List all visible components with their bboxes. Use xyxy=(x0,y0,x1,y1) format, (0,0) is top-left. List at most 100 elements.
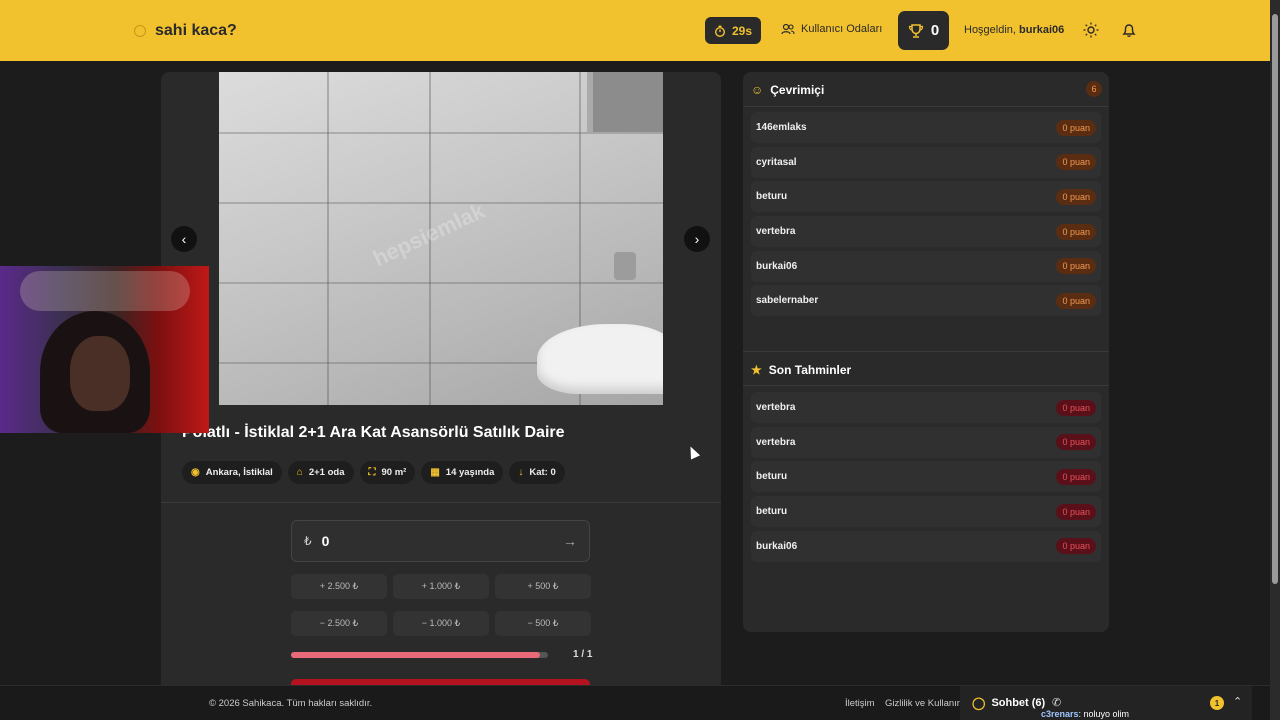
trophy-icon: ★ xyxy=(751,363,762,377)
scrollbar-thumb[interactable] xyxy=(1272,14,1278,584)
online-user-row[interactable]: 146emlaks 0 puan xyxy=(751,112,1101,143)
expand-icon: ⛶ xyxy=(368,467,376,478)
privacy-link[interactable]: Gizlilik ve Kullanım xyxy=(885,698,960,709)
timer-badge[interactable]: 29s xyxy=(705,17,761,44)
user-name: 146emlaks xyxy=(756,122,807,133)
building-icon: ▦ xyxy=(430,467,440,478)
chat-last-message: c3renars: noluyo olim xyxy=(1041,709,1129,719)
user-rooms-label: Kullanıcı Odaları xyxy=(801,23,883,35)
user-name: beturu xyxy=(756,471,788,483)
tag-label: Kat: 0 xyxy=(529,467,556,478)
theme-toggle-sun-icon[interactable] xyxy=(1083,22,1099,38)
online-user-row[interactable]: beturu 0 puan xyxy=(751,181,1101,213)
user-points: 0 puan xyxy=(1056,188,1096,205)
welcome-prefix: Hoşgeldin, xyxy=(964,24,1016,36)
subtract-500-button[interactable]: − 500 ₺ xyxy=(495,611,591,636)
add-1000-button[interactable]: + 1.000 ₺ xyxy=(393,574,489,599)
section-divider xyxy=(161,502,721,503)
tag-rooms: ⌂ 2+1 oda xyxy=(287,461,354,484)
listing-panel: hepsiemlak ‹ › Polatlı - İstiklal 2+1 Ar… xyxy=(161,72,721,692)
user-name: cyritasal xyxy=(756,156,797,168)
subtract-1000-button[interactable]: − 1.000 ₺ xyxy=(393,611,489,636)
online-user-row[interactable]: cyritasal 0 puan xyxy=(751,146,1101,178)
tag-location: ◉ Ankara, İstiklal xyxy=(182,461,282,484)
recent-guesses-header: ★ Son Tahminler xyxy=(751,363,851,377)
online-user-row[interactable]: vertebra 0 puan xyxy=(751,216,1101,248)
score-button[interactable]: 0 xyxy=(898,11,949,50)
top-header: sahi kaca? 29s Kullanıcı Odaları 0 Hoşge… xyxy=(0,0,1270,61)
submit-arrow-icon[interactable]: → xyxy=(563,533,577,549)
guess-points: 0 puan xyxy=(1056,503,1096,520)
user-points: 0 puan xyxy=(1056,119,1096,136)
section-divider xyxy=(743,385,1109,386)
listing-title: Polatlı - İstiklal 2+1 Ara Kat Asansörlü… xyxy=(182,424,565,441)
chevron-up-icon[interactable]: ⌃ xyxy=(1233,695,1242,708)
online-title: Çevrimiçi xyxy=(770,83,825,97)
next-photo-button[interactable]: › xyxy=(684,226,710,252)
arrow-down-icon: ↓ xyxy=(518,467,524,478)
subtract-2500-button[interactable]: − 2.500 ₺ xyxy=(291,611,387,636)
guess-points: 0 puan xyxy=(1056,399,1096,416)
recent-guess-row: burkai06 0 puan xyxy=(751,530,1101,562)
users-icon: ☺ xyxy=(751,83,764,97)
notification-bell-icon[interactable] xyxy=(1121,22,1137,38)
user-points: 0 puan xyxy=(1056,292,1096,309)
home-icon: ⌂ xyxy=(296,467,303,478)
phone-icon[interactable]: ✆ xyxy=(1052,696,1061,709)
footer: © 2026 Sahikaca. Tüm hakları saklıdır. İ… xyxy=(0,685,1270,720)
tag-area: ⛶ 90 m² xyxy=(359,461,416,484)
tile-line xyxy=(219,202,663,204)
score-value: 0 xyxy=(930,22,940,39)
round-progress-text: 1 / 1 xyxy=(573,649,593,660)
listing-photo: hepsiemlak xyxy=(219,72,663,405)
chat-bubble-icon: ◯ xyxy=(972,696,986,710)
user-rooms-link[interactable]: Kullanıcı Odaları xyxy=(781,23,882,35)
logo-text: sahi kaca? xyxy=(155,22,237,39)
user-points: 0 puan xyxy=(1056,258,1096,275)
currency-symbol: ₺ xyxy=(304,534,312,548)
page-scrollbar[interactable] xyxy=(1270,0,1280,720)
online-count-badge: 6 xyxy=(1086,81,1102,97)
copyright-text: © 2026 Sahikaca. Tüm hakları saklıdır. xyxy=(209,698,373,709)
photo-mirror xyxy=(587,72,663,132)
chevron-left-icon: ‹ xyxy=(181,231,187,247)
add-2500-button[interactable]: + 2.500 ₺ xyxy=(291,574,387,599)
online-user-row[interactable]: burkai06 0 puan xyxy=(751,250,1101,282)
recent-guess-row: beturu 0 puan xyxy=(751,496,1101,528)
user-name: beturu xyxy=(756,191,788,203)
tag-label: Ankara, İstiklal xyxy=(205,467,273,478)
photo-tap xyxy=(614,252,636,280)
tile-line xyxy=(219,132,663,134)
add-500-button[interactable]: + 500 ₺ xyxy=(495,574,591,599)
recent-guess-row: vertebra 0 puan xyxy=(751,426,1101,458)
chat-widget[interactable]: ◯ Sohbet (6) ✆ c3renars: noluyo olim 1 ⌃ xyxy=(960,686,1252,720)
online-header: ☺ Çevrimiçi xyxy=(751,83,824,97)
recent-guess-row: beturu 0 puan xyxy=(751,461,1101,493)
logo-icon xyxy=(134,25,146,37)
tag-label: 2+1 oda xyxy=(308,467,345,478)
price-guess-input[interactable]: ₺ 0 → xyxy=(291,520,590,562)
chat-last-text: : noluyo olim xyxy=(1078,709,1130,719)
location-pin-icon: ◉ xyxy=(191,467,200,478)
guess-points: 0 puan xyxy=(1056,538,1096,555)
user-points: 0 puan xyxy=(1056,154,1096,171)
logo[interactable]: sahi kaca? xyxy=(134,22,237,40)
previous-photo-button[interactable]: ‹ xyxy=(171,226,197,252)
trophy-icon xyxy=(908,23,923,38)
chat-toggle-label[interactable]: ◯ Sohbet (6) xyxy=(972,696,1045,710)
online-user-list: 146emlaks 0 puan cyritasal 0 puan beturu 0 … xyxy=(751,112,1101,320)
tag-label: 14 yaşında xyxy=(445,467,495,478)
increment-buttons: + 2.500 ₺ + 1.000 ₺ + 500 ₺ xyxy=(291,574,591,599)
tile-line xyxy=(327,72,329,405)
tag-label: 90 m² xyxy=(381,467,407,478)
user-name: beturu xyxy=(756,506,788,518)
recent-guess-row: vertebra 0 puan xyxy=(751,392,1101,423)
price-value[interactable]: 0 xyxy=(322,533,563,549)
contact-link[interactable]: İletişim xyxy=(845,698,875,709)
tag-age: ▦ 14 yaşında xyxy=(421,461,504,484)
user-points: 0 puan xyxy=(1056,223,1096,240)
section-divider xyxy=(743,106,1109,107)
online-user-row[interactable]: sabelernaber 0 puan xyxy=(751,285,1101,317)
tile-line xyxy=(219,282,663,284)
chevron-right-icon: › xyxy=(694,231,700,247)
